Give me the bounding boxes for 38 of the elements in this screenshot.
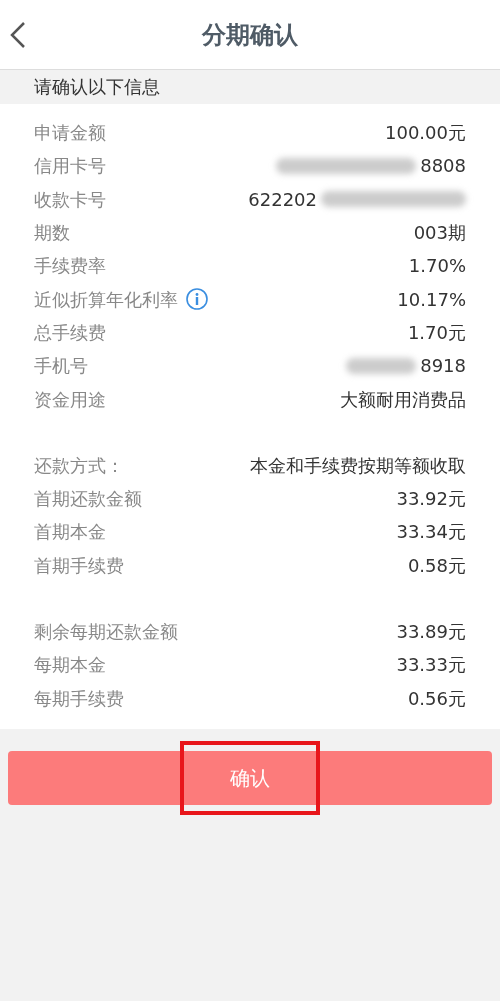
- field-value: 0.58元: [407, 553, 466, 578]
- field-label: 每期手续费: [34, 686, 124, 711]
- field-value: 33.34元: [396, 520, 466, 545]
- field-label: 申请金额: [34, 121, 106, 146]
- field-label: 收款卡号: [34, 187, 106, 212]
- field-value: 0.56元: [407, 686, 466, 711]
- field-value: 本金和手续费按期等额收取: [250, 453, 466, 478]
- field-label: 手续费率: [34, 254, 106, 279]
- field-value: 1.70%: [408, 254, 466, 279]
- field-value: 33.89元: [396, 620, 466, 644]
- field-value: 100.00元: [385, 121, 466, 146]
- field-label: 首期本金: [34, 520, 106, 545]
- field-label: 信用卡号: [34, 154, 106, 179]
- field-label: 首期手续费: [34, 553, 124, 578]
- field-value: 1.70元: [407, 320, 466, 345]
- field-value: 8808: [420, 154, 466, 179]
- field-value: 10.17%: [397, 287, 466, 312]
- field-value: 大额耐用消费品: [340, 387, 466, 412]
- field-label: 期数: [34, 221, 70, 246]
- field-value: 8918: [420, 354, 466, 379]
- field-value: 003期: [413, 221, 466, 246]
- field-label: 近似折算年化利率: [34, 287, 178, 312]
- confirm-button[interactable]: 确认: [8, 750, 492, 805]
- section-title: 请确认以下信息: [34, 76, 160, 97]
- field-label: 首期还款金额: [34, 487, 142, 512]
- field-label: 总手续费: [34, 320, 106, 345]
- page-title: 分期确认: [202, 19, 298, 51]
- field-label: 手机号: [34, 354, 88, 379]
- field-label: 资金用途: [34, 387, 106, 412]
- field-label: 剩余每期还款金额: [34, 620, 178, 644]
- field-label: 还款方式：: [34, 453, 124, 478]
- field-value: 622202: [248, 187, 317, 212]
- redaction-blur: [346, 357, 417, 374]
- field-value: 33.92元: [396, 487, 466, 512]
- back-icon[interactable]: [8, 20, 28, 50]
- field-label: 每期本金: [34, 653, 106, 678]
- field-value: 33.33元: [396, 653, 466, 678]
- info-icon[interactable]: [186, 288, 208, 311]
